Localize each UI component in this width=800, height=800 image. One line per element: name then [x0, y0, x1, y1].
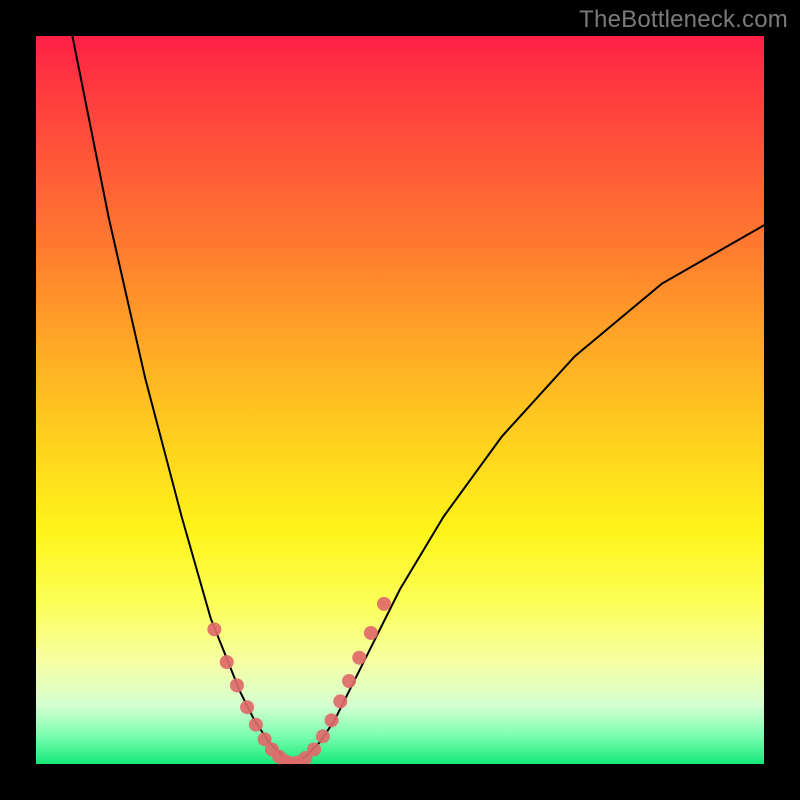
curve-curve-right: [291, 225, 764, 764]
chart-svg: [36, 36, 764, 764]
chart-frame: TheBottleneck.com: [0, 0, 800, 800]
marker-layer: [207, 597, 391, 764]
data-marker: [342, 674, 356, 688]
data-marker: [316, 729, 330, 743]
data-marker: [240, 700, 254, 714]
plot-area: [36, 36, 764, 764]
curve-layer: [72, 36, 764, 764]
watermark-text: TheBottleneck.com: [579, 6, 788, 34]
data-marker: [364, 626, 378, 640]
data-marker: [325, 713, 339, 727]
data-marker: [333, 694, 347, 708]
data-marker: [207, 622, 221, 636]
data-marker: [352, 651, 366, 665]
curve-curve-left: [72, 36, 290, 764]
data-marker: [377, 597, 391, 611]
data-marker: [307, 742, 321, 756]
data-marker: [230, 678, 244, 692]
data-marker: [249, 718, 263, 732]
data-marker: [220, 655, 234, 669]
